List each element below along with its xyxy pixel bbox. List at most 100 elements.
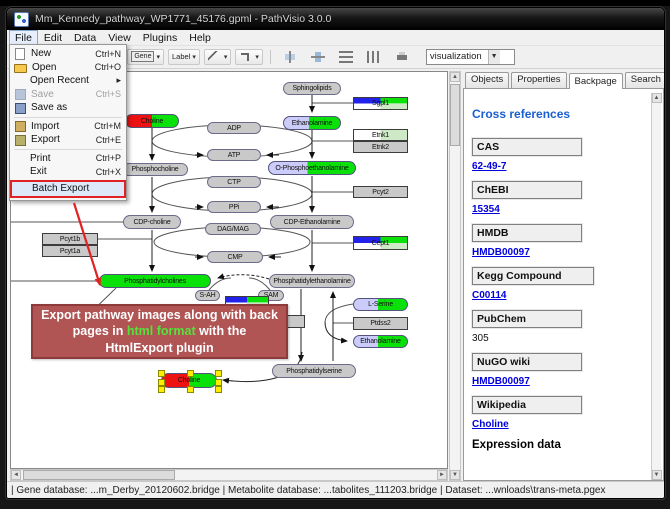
menubar-item-view[interactable]: View [102, 30, 137, 45]
pathway-node-etnk1[interactable]: Etnk1 [353, 129, 408, 141]
pathway-node-ethanolamine[interactable]: Ethanolamine [283, 116, 341, 130]
pathway-node-cmp[interactable]: CMP [207, 251, 263, 263]
pathway-node-ethanolamine[interactable]: Ethanolamine [353, 335, 408, 348]
menu-shortcut: Ctrl+M [94, 121, 121, 131]
pathway-node-ctp[interactable]: CTP [207, 176, 261, 188]
horizontal-scrollbar[interactable]: ◄ ► [10, 469, 448, 481]
chevron-down-icon[interactable]: ▾ [156, 53, 160, 61]
menubar-item-data[interactable]: Data [68, 30, 102, 45]
xref-link[interactable]: Choline [472, 419, 651, 430]
pathway-node-o-phosphoethanolamine[interactable]: O-Phosphoethanolamine [268, 161, 356, 175]
selection-handle[interactable] [158, 379, 165, 386]
tab-properties[interactable]: Properties [511, 72, 566, 88]
pathway-node-ptdss2[interactable]: Ptdss2 [353, 317, 408, 330]
new-line-button[interactable]: ▾ [204, 49, 232, 65]
xref-link[interactable]: HMDB00097 [472, 247, 651, 258]
visualization-combobox[interactable]: visualization ▼ [426, 49, 515, 65]
scroll-up-icon[interactable]: ▲ [450, 72, 460, 82]
tab-backpage[interactable]: Backpage [569, 73, 623, 89]
pathway-node-atp[interactable]: ATP [207, 149, 261, 161]
file-menu-item-save-as[interactable]: Save as [11, 101, 125, 115]
new-connector-button[interactable]: ▾ [235, 49, 263, 65]
selection-handle[interactable] [187, 370, 194, 377]
menubar-item-plugins[interactable]: Plugins [137, 30, 183, 45]
chevron-down-icon[interactable]: ▾ [224, 53, 228, 61]
panel-scrollbar[interactable]: ▲ ▼ [651, 93, 661, 480]
scroll-down-icon[interactable]: ▼ [450, 470, 460, 480]
pathway-node-pcyt2[interactable]: Pcyt2 [353, 186, 408, 198]
xref-link-text[interactable]: 62-49-7 [472, 161, 506, 172]
selection-handle[interactable] [215, 370, 222, 377]
scrollbar-thumb[interactable] [450, 84, 460, 146]
pathway-node-l-serine[interactable]: L-Serine [353, 298, 408, 311]
scroll-right-icon[interactable]: ► [437, 470, 447, 480]
align-vertical-center-icon[interactable] [283, 51, 297, 63]
pathway-node-ppi[interactable]: PPi [207, 201, 261, 213]
stack-horizontal-icon[interactable] [339, 51, 353, 63]
pathway-node-pcyt1a[interactable]: Pcyt1a [42, 245, 98, 257]
xref-link[interactable]: HMDB00097 [472, 376, 651, 387]
file-menu-item-batch-export[interactable]: Batch Export [10, 180, 126, 198]
xref-link[interactable]: 62-49-7 [472, 161, 651, 172]
file-menu-item-print[interactable]: PrintCtrl+P [11, 152, 125, 166]
new-label-button[interactable]: Label ▾ [168, 49, 200, 65]
selection-handle[interactable] [158, 370, 165, 377]
xref-link[interactable]: 15354 [472, 204, 651, 215]
chevron-down-icon[interactable]: ▾ [255, 53, 259, 61]
selection-handle[interactable] [215, 386, 222, 393]
pathway-node-sphingolipids[interactable]: Sphingolipids [283, 82, 341, 95]
menubar-item-help[interactable]: Help [183, 30, 217, 45]
xref-link-text[interactable]: 15354 [472, 204, 500, 215]
pathway-node-dag-mag[interactable]: DAG/MAG [205, 223, 261, 235]
chevron-down-icon[interactable]: ▾ [192, 53, 196, 61]
stack-vertical-icon[interactable] [367, 51, 381, 63]
xref-link-text[interactable]: Choline [472, 419, 509, 430]
pathway-node-etnk2[interactable]: Etnk2 [353, 141, 408, 153]
status-bar: | Gene database: ...m_Derby_20120602.bri… [7, 481, 664, 498]
chevron-down-icon[interactable]: ▼ [488, 50, 500, 64]
pathway-node-cept1[interactable]: Cept1 [353, 236, 408, 250]
file-menu-item-export[interactable]: ExportCtrl+E [11, 133, 125, 147]
scrollbar-thumb[interactable] [23, 470, 175, 480]
tab-search[interactable]: Search [625, 72, 665, 88]
align-horizontal-center-icon[interactable] [311, 51, 325, 63]
scroll-down-icon[interactable]: ▼ [652, 470, 662, 480]
file-menu-item-open[interactable]: OpenCtrl+O [11, 61, 125, 75]
xref-link-text[interactable]: C00114 [472, 290, 506, 301]
pathway-node-pcyt1b[interactable]: Pcyt1b [42, 233, 98, 245]
side-panel-tabs: ObjectsPropertiesBackpageSearchLegend [463, 71, 664, 88]
vertical-scrollbar[interactable]: ▲ ▼ [449, 71, 461, 481]
menubar-item-edit[interactable]: Edit [38, 30, 68, 45]
xref-link-text[interactable]: HMDB00097 [472, 247, 530, 258]
tab-objects[interactable]: Objects [465, 72, 509, 88]
pathway-node-sgpl1[interactable]: Sgpl1 [353, 97, 408, 110]
pathway-node-cdp-choline[interactable]: CDP-choline [123, 215, 181, 229]
pathway-node-s-ah[interactable]: S-AH [195, 290, 220, 301]
pathway-node-cdp-ethanolamine[interactable]: CDP-Ethanolamine [270, 215, 354, 229]
xref-link-text[interactable]: HMDB00097 [472, 376, 530, 387]
pathway-node-phosphatidylethanolamine[interactable]: Phosphatidylethanolamine [269, 274, 355, 288]
xref-link[interactable]: C00114 [472, 290, 651, 301]
selection-handle[interactable] [187, 386, 194, 393]
toolbar-separator [270, 50, 271, 64]
common-size-icon[interactable] [395, 51, 409, 63]
file-menu-item-import[interactable]: ImportCtrl+M [11, 120, 125, 134]
menubar-item-file[interactable]: File [9, 30, 38, 45]
selection-handle[interactable] [158, 386, 165, 393]
title-bar[interactable]: Mm_Kennedy_pathway_WP1771_45176.gpml - P… [7, 8, 664, 30]
pathway-node-choline[interactable]: Choline [161, 373, 217, 388]
pathvisio-window: Mm_Kennedy_pathway_WP1771_45176.gpml - P… [6, 7, 665, 499]
pathway-node-phosphocholine[interactable]: Phosphocholine [122, 163, 188, 176]
selection-handle[interactable] [215, 379, 222, 386]
pathway-node-phosphatidylcholines[interactable]: Phosphatidylcholines [99, 274, 211, 288]
new-datanode-button[interactable]: Gene ▾ [127, 49, 164, 65]
file-menu-item-new[interactable]: NewCtrl+N [11, 47, 125, 61]
pathway-node-phosphatidylserine[interactable]: Phosphatidylserine [272, 364, 356, 378]
pathway-node-choline[interactable]: Choline [125, 114, 179, 128]
xref-header: ChEBI [472, 181, 582, 199]
pathway-node-adp[interactable]: ADP [207, 122, 261, 134]
file-menu-item-open-recent[interactable]: Open Recent▸ [11, 74, 125, 88]
file-menu-item-exit[interactable]: ExitCtrl+X [11, 165, 125, 179]
scroll-left-icon[interactable]: ◄ [11, 470, 21, 480]
scroll-up-icon[interactable]: ▲ [652, 93, 662, 103]
